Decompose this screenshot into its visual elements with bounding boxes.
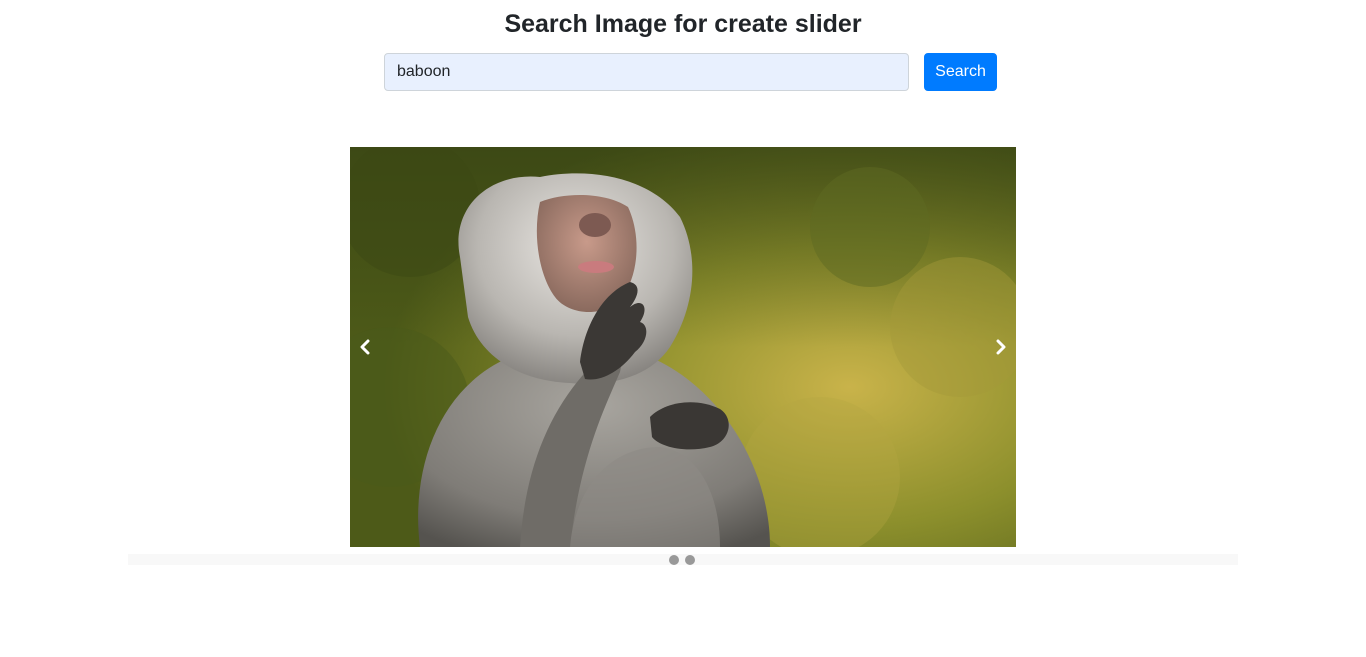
chevron-left-icon [360, 339, 370, 355]
slider-dot-1[interactable] [669, 555, 679, 565]
page: Search Image for create slider Search [0, 0, 1366, 657]
search-button[interactable]: Search [924, 53, 997, 91]
slider-dot-2[interactable] [685, 555, 695, 565]
slide-image-baboon [350, 147, 1016, 547]
page-title: Search Image for create slider [504, 10, 862, 38]
slider-next-button[interactable] [986, 332, 1016, 362]
chevron-right-icon [996, 339, 1006, 355]
slider-dots [669, 555, 695, 565]
image-slider [350, 147, 1016, 547]
search-input[interactable] [384, 53, 909, 91]
slider-prev-button[interactable] [350, 332, 380, 362]
